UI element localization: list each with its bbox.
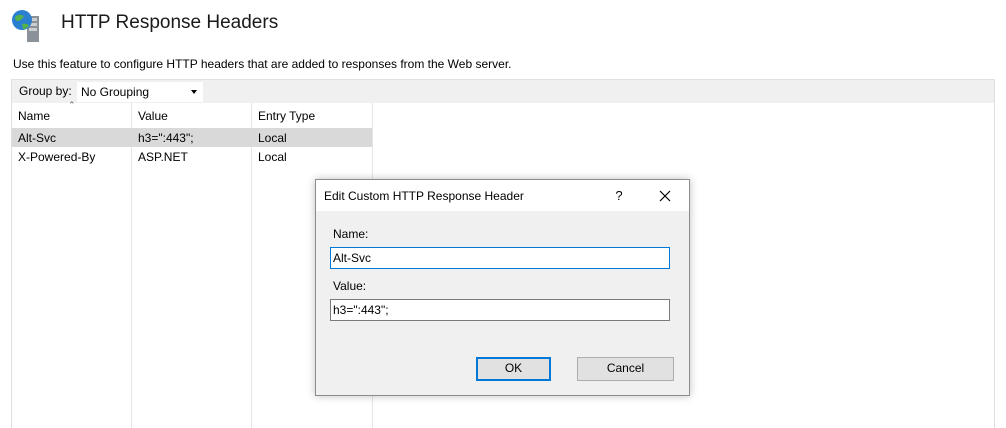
ok-button[interactable]: OK: [476, 357, 551, 381]
close-icon: [659, 190, 671, 202]
sort-ascending-icon: ⌃: [68, 100, 76, 110]
group-by-dropdown[interactable]: No Grouping: [77, 82, 203, 102]
value-label: Value:: [333, 279, 367, 293]
cell-value: h3=":443";: [138, 131, 194, 145]
table-row[interactable]: Alt-Svc h3=":443"; Local: [12, 128, 372, 147]
name-field[interactable]: Alt-Svc: [330, 247, 670, 269]
cell-name: Alt-Svc: [18, 131, 57, 145]
cell-name: X-Powered-By: [18, 150, 96, 164]
dialog-title: Edit Custom HTTP Response Header: [324, 189, 524, 203]
name-label: Name:: [333, 227, 369, 241]
column-header-name[interactable]: Name: [18, 109, 50, 123]
cell-entry-type: Local: [258, 150, 287, 164]
help-button[interactable]: ?: [606, 183, 632, 209]
page-description: Use this feature to configure HTTP heade…: [13, 57, 512, 71]
http-headers-icon: [9, 8, 45, 44]
column-header-entry-type[interactable]: Entry Type: [258, 109, 315, 123]
group-by-toolbar: Group by: No Grouping: [11, 79, 995, 103]
column-header-value[interactable]: Value: [138, 109, 168, 123]
cell-value: ASP.NET: [138, 150, 188, 164]
page-title: HTTP Response Headers: [61, 12, 279, 33]
group-by-label: Group by:: [19, 84, 72, 98]
chevron-down-icon: [191, 90, 197, 94]
dialog-titlebar[interactable]: Edit Custom HTTP Response Header ?: [316, 180, 689, 211]
group-by-value: No Grouping: [81, 85, 150, 99]
value-field[interactable]: h3=":443";: [330, 299, 670, 321]
edit-header-dialog: Edit Custom HTTP Response Header ? Name:…: [315, 179, 690, 396]
cancel-button[interactable]: Cancel: [577, 357, 674, 381]
cell-entry-type: Local: [258, 131, 287, 145]
close-button[interactable]: [652, 183, 678, 209]
table-row[interactable]: X-Powered-By ASP.NET Local: [12, 147, 372, 166]
